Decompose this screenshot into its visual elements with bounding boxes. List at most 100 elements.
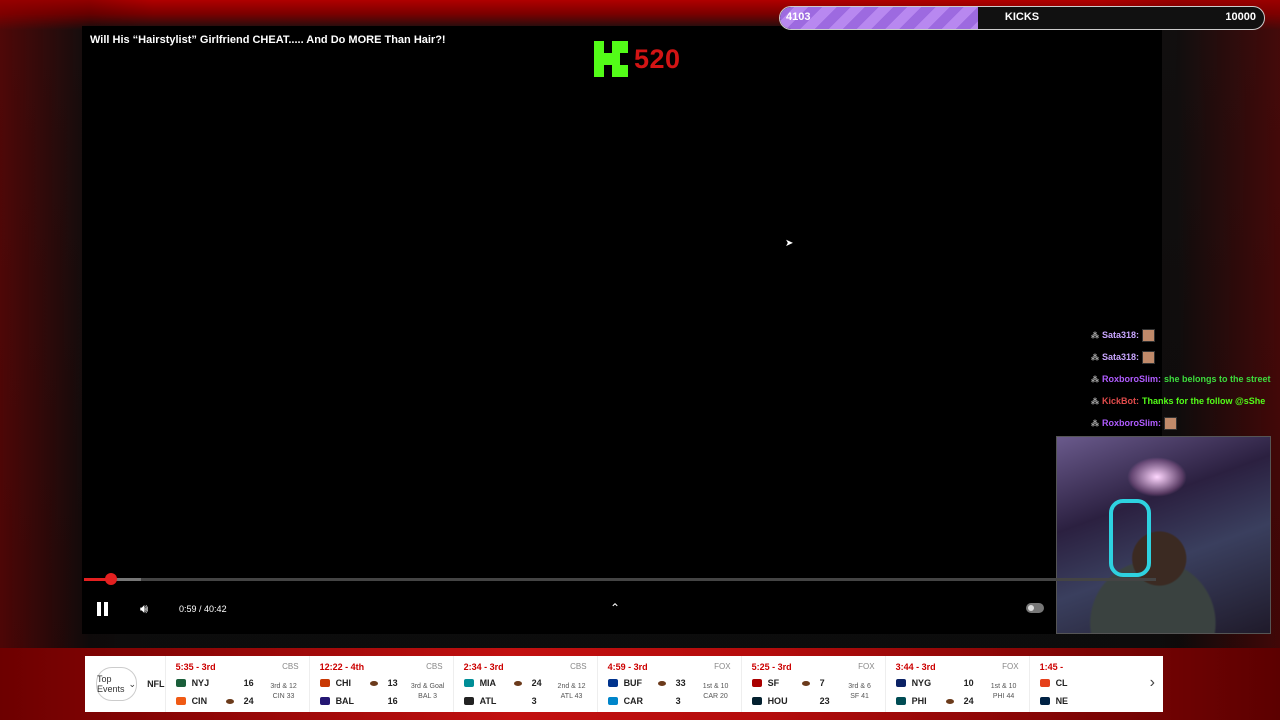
kick-count: 520 xyxy=(634,43,681,74)
toggle-switch[interactable] xyxy=(1026,603,1044,613)
mouse-cursor-icon: ➤ xyxy=(785,238,794,249)
field-position: BAL 3 xyxy=(418,693,437,700)
team-abbr: NE xyxy=(1055,696,1069,706)
chat-username[interactable]: Sata318: xyxy=(1102,330,1139,340)
team-row: BAL 16 xyxy=(319,696,398,706)
chat-username[interactable]: Sata318: xyxy=(1102,352,1139,362)
game-network: FOX xyxy=(1002,662,1019,671)
team-row: NYG 10 xyxy=(895,678,974,688)
chat-message: ⁂ Sata318: xyxy=(1091,346,1280,368)
game-card[interactable]: 12:22 - 4th CBS CHI 13 BAL 16 3rd & Goal BAL 3 xyxy=(310,656,454,712)
chat-username[interactable]: RoxboroSlim: xyxy=(1102,418,1161,428)
team-score: 3 xyxy=(675,696,681,706)
badge-icon: ⁂ xyxy=(1091,374,1099,384)
pause-button[interactable] xyxy=(96,602,110,616)
field-position: SF 41 xyxy=(850,693,869,700)
field-position: CAR 20 xyxy=(703,693,728,700)
team-abbr: NYG xyxy=(911,678,932,688)
chat-message: ⁂ KickBot: Thanks for the follow @sShe xyxy=(1091,390,1280,412)
game-card[interactable]: 5:35 - 3rd CBS NYJ 16 CIN 24 3rd & 12 CIN 33 xyxy=(166,656,310,712)
field-position: PHI 44 xyxy=(992,693,1015,700)
time-display: 0:59 / 40:42 xyxy=(179,604,227,614)
top-events-dropdown[interactable]: Top Events ⌄ xyxy=(96,667,138,701)
team-abbr: NYJ xyxy=(191,678,210,688)
down-distance: 3rd & 12 xyxy=(270,683,297,690)
game-network: CBS xyxy=(570,662,587,671)
team-score: 3 xyxy=(531,696,537,706)
seek-bar[interactable] xyxy=(84,573,1156,585)
possession-icon xyxy=(945,698,954,704)
field-position: ATL 43 xyxy=(560,693,583,700)
team-row: ATL 3 xyxy=(463,696,537,706)
chat-username[interactable]: KickBot: xyxy=(1102,396,1139,406)
badge-icon: ⁂ xyxy=(1091,352,1099,362)
league-tab[interactable]: NFL xyxy=(147,656,166,712)
team-row: SF 7 xyxy=(751,678,825,688)
game-status: 1:45 - xyxy=(1039,662,1064,672)
possession-icon xyxy=(513,680,522,686)
game-status: 5:25 - 3rd xyxy=(751,662,792,672)
game-card[interactable]: 1:45 - CL NE xyxy=(1030,656,1163,712)
team-row: CAR 3 xyxy=(607,696,681,706)
team-logo-icon xyxy=(463,679,474,687)
possession-icon xyxy=(369,680,378,686)
team-score: 24 xyxy=(531,678,542,688)
team-row: PHI 24 xyxy=(895,696,974,706)
team-abbr: SF xyxy=(767,678,780,688)
team-row: NYJ 16 xyxy=(175,678,254,688)
team-logo-icon xyxy=(1039,679,1050,687)
chevron-down-icon: ⌄ xyxy=(128,678,137,689)
chat-message: ⁂ RoxboroSlim: xyxy=(1091,412,1280,434)
team-logo-icon xyxy=(607,697,618,705)
game-status: 4:59 - 3rd xyxy=(607,662,648,672)
duration: 40:42 xyxy=(204,604,227,614)
team-logo-icon xyxy=(175,697,186,705)
game-situation: 3rd & 12 CIN 33 xyxy=(264,682,304,702)
team-abbr: MIA xyxy=(479,678,497,688)
chat-username[interactable]: RoxboroSlim: xyxy=(1102,374,1161,384)
team-logo-icon xyxy=(319,697,330,705)
game-situation: 3rd & 6 SF 41 xyxy=(840,682,880,702)
game-card[interactable]: 2:34 - 3rd CBS MIA 24 ATL 3 2nd & 12 ATL 43 xyxy=(454,656,598,712)
down-distance: 3rd & Goal xyxy=(410,683,445,690)
team-score: 24 xyxy=(243,696,254,706)
down-distance: 1st & 10 xyxy=(702,683,729,690)
possession-icon xyxy=(225,698,234,704)
team-abbr: HOU xyxy=(767,696,788,706)
team-logo-icon xyxy=(895,697,906,705)
chevron-right-icon[interactable]: › xyxy=(1150,674,1155,692)
team-score: 16 xyxy=(243,678,254,688)
emote-icon xyxy=(1142,328,1156,342)
game-card[interactable]: 5:25 - 3rd FOX SF 7 HOU 23 3rd & 6 SF 41 xyxy=(742,656,886,712)
team-row: HOU 23 xyxy=(751,696,830,706)
field-position: CIN 33 xyxy=(272,693,295,700)
badge-icon: ⁂ xyxy=(1091,418,1099,428)
volume-icon[interactable]: 🔊︎ xyxy=(140,602,154,616)
team-score: 13 xyxy=(387,678,398,688)
chat-text: Thanks for the follow @sShe xyxy=(1142,396,1266,406)
team-logo-icon xyxy=(175,679,186,687)
team-logo-icon xyxy=(319,679,330,687)
chevron-up-icon[interactable]: ⌃ xyxy=(610,601,620,615)
team-row: CHI 13 xyxy=(319,678,398,688)
game-situation: 1st & 10 CAR 20 xyxy=(696,682,736,702)
top-events-label: Top Events xyxy=(97,674,125,694)
video-player[interactable] xyxy=(82,26,1162,634)
webcam-feed xyxy=(1056,436,1271,634)
game-card[interactable]: 3:44 - 3rd FOX NYG 10 PHI 24 1st & 10 PHI 44 xyxy=(886,656,1030,712)
team-row: NE xyxy=(1039,696,1098,706)
goal-current: 4103 xyxy=(786,11,811,23)
team-abbr: CAR xyxy=(623,696,644,706)
down-distance: 3rd & 6 xyxy=(848,683,871,690)
kicks-goal-bar: KICKS 4103 10000 xyxy=(779,6,1265,30)
game-network: FOX xyxy=(714,662,731,671)
team-score: 7 xyxy=(819,678,825,688)
seek-handle[interactable] xyxy=(104,573,117,585)
game-card[interactable]: 4:59 - 3rd FOX BUF 33 CAR 3 1st & 10 CAR 20 xyxy=(598,656,742,712)
game-status: 5:35 - 3rd xyxy=(175,662,216,672)
possession-icon xyxy=(801,680,810,686)
emote-icon xyxy=(1142,350,1156,364)
game-status: 12:22 - 4th xyxy=(319,662,365,672)
team-logo-icon xyxy=(1039,697,1050,705)
current-time: 0:59 xyxy=(179,604,197,614)
